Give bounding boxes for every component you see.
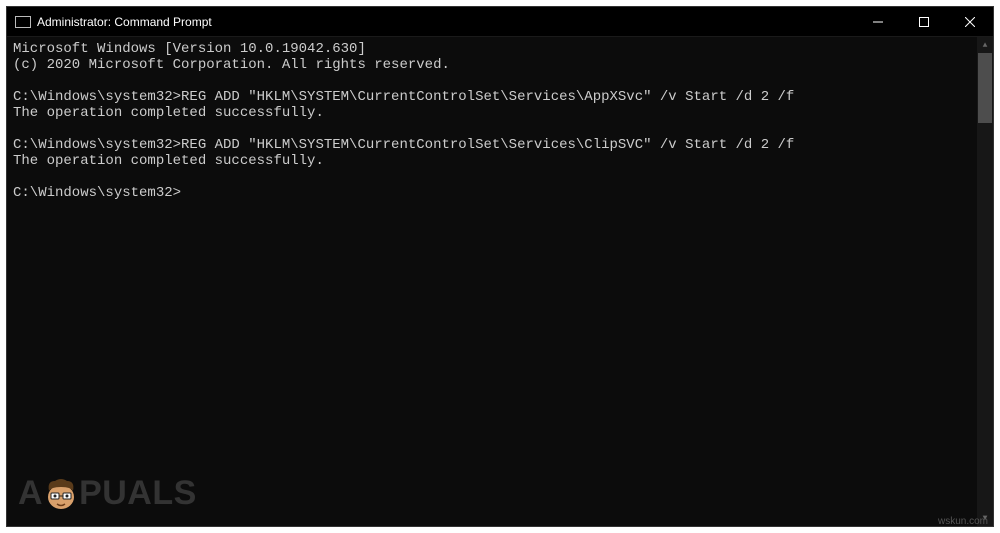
banner-line-1: Microsoft Windows [Version 10.0.19042.63…: [13, 41, 366, 57]
result-line-1: The operation completed successfully.: [13, 105, 324, 121]
current-prompt: C:\Windows\system32>: [13, 185, 181, 201]
minimize-button[interactable]: [855, 7, 901, 36]
scrollbar[interactable]: ▲ ▼: [977, 37, 993, 526]
watermark-text-pre: A: [18, 474, 43, 513]
result-line-2: The operation completed successfully.: [13, 153, 324, 169]
window-title: Administrator: Command Prompt: [37, 15, 855, 29]
close-button[interactable]: [947, 7, 993, 36]
maximize-icon: [919, 17, 929, 27]
minimize-icon: [873, 17, 883, 27]
source-watermark: wskun.com: [938, 516, 988, 527]
cmd-icon: [15, 16, 31, 28]
titlebar[interactable]: Administrator: Command Prompt: [7, 7, 993, 37]
close-icon: [965, 17, 975, 27]
command-line-2: C:\Windows\system32>REG ADD "HKLM\SYSTEM…: [13, 137, 794, 153]
scrollbar-thumb[interactable]: [978, 53, 992, 123]
console-area[interactable]: Microsoft Windows [Version 10.0.19042.63…: [7, 37, 993, 526]
watermark-logo: A PUALS: [18, 473, 197, 513]
watermark-text-post: PUALS: [79, 474, 197, 513]
banner-line-2: (c) 2020 Microsoft Corporation. All righ…: [13, 57, 450, 73]
maximize-button[interactable]: [901, 7, 947, 36]
console-output: Microsoft Windows [Version 10.0.19042.63…: [7, 37, 977, 526]
watermark-mascot-icon: [41, 473, 81, 513]
scroll-up-arrow[interactable]: ▲: [977, 37, 993, 53]
window-controls: [855, 7, 993, 36]
command-line-1: C:\Windows\system32>REG ADD "HKLM\SYSTEM…: [13, 89, 794, 105]
command-prompt-window: Administrator: Command Prompt Microsoft …: [6, 6, 994, 527]
